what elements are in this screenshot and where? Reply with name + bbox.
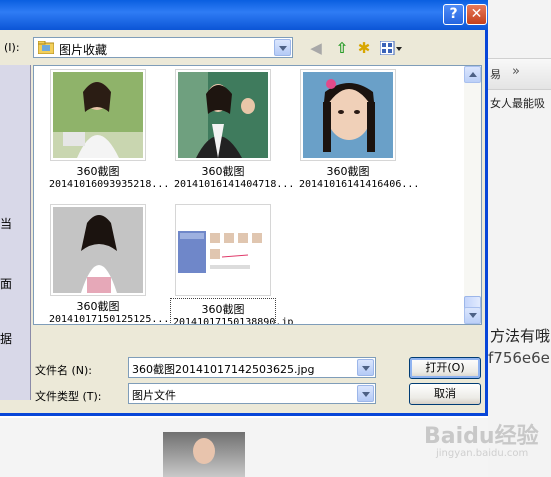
chevron-double-right-icon[interactable]: »	[512, 64, 520, 79]
file-thumbnail[interactable]: 360截图 20141016141404718...	[174, 69, 295, 191]
filetype-label: 文件类型 (T):	[35, 390, 102, 403]
places-item-1[interactable]: 当	[0, 215, 12, 232]
places-item-2[interactable]: 面	[0, 275, 12, 292]
close-button[interactable]: ✕	[466, 4, 487, 25]
help-button[interactable]: ?	[443, 4, 464, 25]
back-arrow-icon[interactable]: ◀	[306, 38, 326, 58]
open-button[interactable]: 打开(O)	[409, 357, 481, 379]
chevron-down-icon[interactable]	[357, 385, 374, 402]
thumbnail-name-line1: 360截图	[201, 303, 245, 316]
lookin-value: 图片收藏	[59, 43, 108, 57]
background-text-line1: 女人最能吸	[490, 97, 545, 110]
filename-value: 360截图20141017142503625.jpg	[132, 363, 315, 376]
thumbnail-name-line1: 360截图	[326, 165, 370, 178]
filename-label: 文件名 (N):	[35, 364, 93, 377]
chevron-down-icon[interactable]	[357, 359, 374, 376]
pictures-folder-icon	[38, 41, 54, 54]
filetype-value: 图片文件	[132, 389, 176, 402]
scroll-down-icon[interactable]	[464, 307, 481, 324]
thumbnail-name-line1: 360截图	[76, 300, 120, 313]
dialog-titlebar[interactable]: ? ✕	[0, 0, 488, 30]
file-thumbnail[interactable]: 360截图 20141016141416406...	[299, 69, 420, 191]
thumbnail-name-line2: 20141017150138890.jp	[173, 317, 294, 325]
open-file-dialog: ? ✕ (I): 图片收藏 ◀ ⇧ ✱ 当 面 据 360截图 20141016…	[0, 0, 488, 416]
thumbnail-image	[175, 69, 271, 161]
thumbnail-name-line2: 20141017150125125...	[49, 314, 170, 325]
thumbnail-image	[175, 204, 271, 296]
thumbnail-name-line1: 360截图	[76, 165, 120, 178]
vertical-scrollbar[interactable]	[464, 66, 481, 324]
new-folder-icon[interactable]: ✱	[354, 38, 374, 58]
file-thumbnail[interactable]: 360截图 20141016093935218...	[49, 69, 170, 191]
thumbnail-name-line2: 20141016141404718...	[174, 179, 295, 190]
views-menu-icon[interactable]	[379, 38, 403, 58]
thumbnail-name-line2: 20141016141416406...	[299, 179, 420, 190]
up-folder-icon[interactable]: ⇧	[332, 38, 352, 58]
places-item-3[interactable]: 据	[0, 330, 12, 347]
thumbnail-image	[50, 69, 146, 161]
thumbnail-image	[300, 69, 396, 161]
baidu-watermark: Baidu经验	[424, 424, 539, 449]
background-photo	[163, 432, 245, 477]
file-thumbnail[interactable]: 360截图 20141017150125125...	[49, 204, 170, 325]
filetype-dropdown[interactable]: 图片文件	[128, 383, 376, 404]
background-text-line2: 方法有哦	[490, 327, 551, 345]
scroll-up-icon[interactable]	[464, 66, 481, 83]
filename-input[interactable]: 360截图20141017142503625.jpg	[128, 357, 376, 378]
cancel-button[interactable]: 取消	[409, 383, 481, 405]
background-tab-label: 易	[490, 68, 501, 81]
file-list-view: 360截图 20141016093935218... 360截图 2014101…	[33, 65, 482, 325]
thumbnail-name-line1: 360截图	[201, 165, 245, 178]
lookin-dropdown[interactable]: 图片收藏	[33, 37, 293, 58]
places-bar: 当 面 据	[0, 65, 31, 400]
lookin-label: (I):	[4, 41, 20, 54]
chevron-down-icon[interactable]	[274, 39, 291, 56]
file-thumbnail-selected[interactable]: 360截图 20141017150138890.jp g	[170, 204, 294, 325]
thumbnail-name-line2: 20141016093935218...	[49, 179, 170, 190]
baidu-watermark-url: jingyan.baidu.com	[436, 448, 529, 459]
thumbnail-image	[50, 204, 146, 296]
background-text-line3: f756e6e	[488, 349, 550, 367]
